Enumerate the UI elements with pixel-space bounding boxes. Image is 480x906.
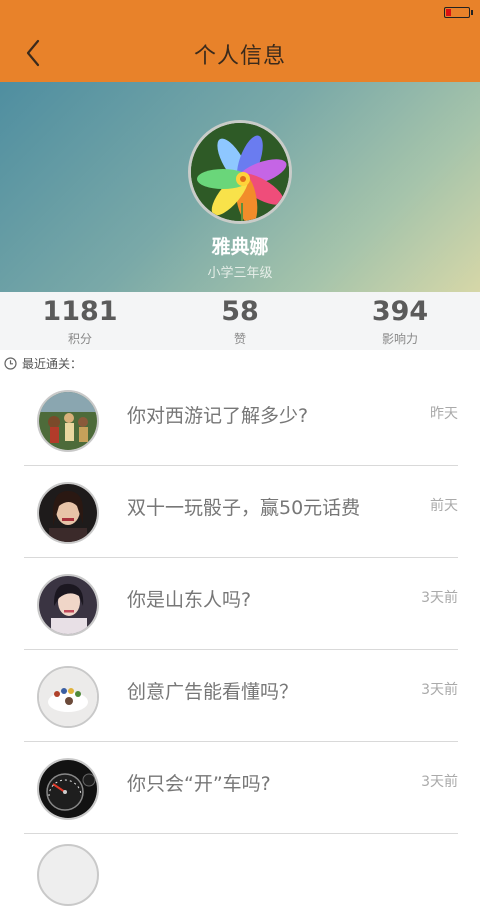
stat-value: 58 [221,296,259,327]
quiz-time: 昨天 [430,406,458,422]
quiz-time: 3天前 [421,590,458,606]
recent-section-header: 最近通关： [4,354,82,372]
stat-label: 赞 [233,332,246,346]
list-item-partial[interactable] [24,832,458,906]
speedometer-thumb [37,758,99,820]
battery-level [446,9,451,16]
quiz-time: 3天前 [421,682,458,698]
creative-ad-thumb [37,666,99,728]
stat-value: 394 [371,296,429,327]
page-title: 个人信息 [193,44,286,69]
quiz-title: 你是山东人吗? [127,589,252,611]
flower-avatar-icon [191,123,289,221]
clock-icon [4,356,17,370]
stat-influence[interactable]: 394 影响力 [320,292,480,350]
list-item[interactable]: 双十一玩骰子，赢50元话费 前天 [24,466,458,558]
stat-label: 积分 [67,332,92,346]
quiz-title: 你对西游记了解多少? [127,405,309,427]
quiz-title: 创意广告能看懂吗？ [127,681,299,703]
quiz-time: 前天 [430,498,458,514]
list-item[interactable]: 你对西游记了解多少? 昨天 [24,374,458,466]
recent-label: 最近通关： [22,356,83,371]
battery-low-icon [444,7,473,18]
thumb-partial [37,844,99,906]
list-item[interactable]: 你是山东人吗? 3天前 [24,558,458,650]
woman-portrait-thumb [37,482,99,544]
quiz-title: 你只会“开”车吗? [127,773,271,795]
list-item[interactable]: 创意广告能看懂吗？ 3天前 [24,650,458,742]
list-item[interactable]: 你只会“开”车吗? 3天前 [24,742,458,834]
stat-points[interactable]: 1181 积分 [0,292,160,350]
stat-likes[interactable]: 58 赞 [160,292,320,350]
quiz-time: 3天前 [421,774,458,790]
woman-portrait-thumb [37,574,99,636]
status-bar [0,0,480,26]
user-name: 雅典娜 [211,236,269,258]
stat-value: 1181 [42,296,118,327]
quiz-list: 你对西游记了解多少? 昨天 双十一玩骰子，赢50元话费 前天 你是山东人吗? 3… [24,374,458,834]
avatar[interactable] [188,120,292,224]
navigation-bar: 个人信息 [0,26,480,82]
stat-label: 影响力 [381,332,418,346]
quiz-title: 双十一玩骰子，赢50元话费 [127,497,361,519]
user-grade: 小学三年级 [207,266,273,281]
profile-header: 雅典娜 小学三年级 [0,82,480,292]
stats-bar: 1181 积分 58 赞 394 影响力 [0,292,480,350]
journey-west-thumb [37,390,99,452]
